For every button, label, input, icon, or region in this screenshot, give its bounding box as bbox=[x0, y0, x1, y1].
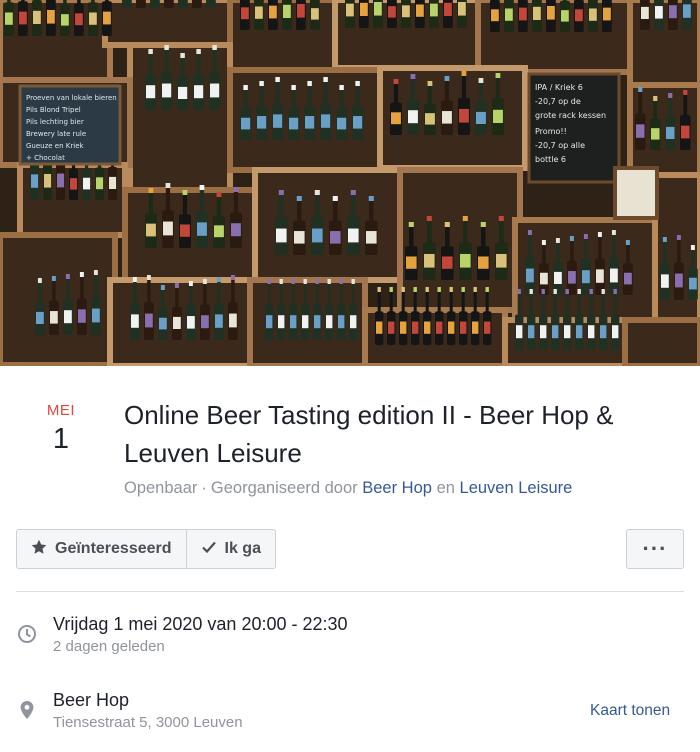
beer-bottle bbox=[178, 0, 188, 8]
chalk-line: Brewery late rule bbox=[26, 130, 86, 138]
divider bbox=[16, 591, 684, 592]
chalkboard-right: IPA / Kriek 6 -20,7 op de grote rack kes… bbox=[527, 72, 621, 184]
location-name[interactable]: Beer Hop bbox=[53, 690, 129, 711]
beer-bottle bbox=[122, 0, 132, 8]
beer-bottle bbox=[345, 0, 355, 28]
beer-bottle bbox=[88, 0, 98, 36]
chalk-line: -20,7 op de bbox=[535, 97, 581, 106]
chalk-line: IPA / Kriek 6 bbox=[535, 83, 583, 92]
beer-bottle bbox=[359, 0, 369, 28]
beer-bottle bbox=[268, 0, 278, 30]
chalk-line: Pils lechting bier bbox=[26, 118, 84, 126]
separator: · bbox=[201, 479, 207, 497]
beer-bottle bbox=[296, 0, 306, 30]
location-address: Tiensestraat 5, 3000 Leuven bbox=[53, 714, 243, 731]
beer-bottle bbox=[254, 0, 264, 30]
event-date-badge: MEI 1 bbox=[40, 402, 82, 456]
beer-bottle bbox=[668, 0, 678, 30]
chalk-line: grote rack kessen bbox=[535, 111, 606, 120]
show-map-link[interactable]: Kaart tonen bbox=[590, 702, 670, 720]
organizer-link-leuven-leisure[interactable]: Leuven Leisure bbox=[460, 479, 573, 497]
beer-bottle bbox=[415, 0, 425, 28]
beer-bottle bbox=[46, 0, 56, 36]
beer-bottle bbox=[240, 0, 250, 30]
cover-photo: Proeven van lokale bieren Pils Blond Tri… bbox=[0, 0, 700, 366]
chalk-line: Gueuze en Kriek bbox=[26, 142, 84, 150]
wooden-crate bbox=[622, 317, 700, 366]
beer-bottle bbox=[282, 0, 292, 30]
beer-bottle bbox=[429, 0, 439, 28]
organizer-link-beer-hop[interactable]: Beer Hop bbox=[362, 479, 432, 497]
privacy-label: Openbaar bbox=[124, 479, 198, 497]
beer-bottle bbox=[32, 0, 42, 36]
beer-bottle bbox=[387, 0, 397, 28]
star-icon bbox=[31, 539, 47, 560]
event-datetime[interactable]: Vrijdag 1 mei 2020 van 20:00 - 22:30 bbox=[53, 614, 348, 635]
chalk-line: Pils Blond Tripel bbox=[26, 106, 81, 114]
clock-icon bbox=[17, 624, 37, 649]
wooden-crate bbox=[475, 0, 641, 75]
beer-bottle bbox=[532, 0, 542, 32]
beer-bottle bbox=[192, 0, 202, 8]
interested-button[interactable]: Geïnteresseerd bbox=[17, 530, 186, 568]
beer-bottle bbox=[102, 0, 112, 36]
beer-bottle bbox=[164, 0, 174, 8]
chalk-line: Promo!! bbox=[535, 127, 567, 136]
beer-bottle bbox=[60, 0, 70, 37]
beer-bottle bbox=[443, 0, 453, 28]
beer-bottle bbox=[588, 0, 598, 32]
event-month: MEI bbox=[46, 402, 76, 419]
beer-bottle bbox=[401, 0, 411, 28]
beer-bottle bbox=[490, 0, 500, 32]
beer-bottle bbox=[654, 0, 664, 30]
beer-bottle bbox=[136, 0, 146, 8]
beer-bottle bbox=[206, 0, 216, 8]
beer-bottle bbox=[574, 0, 584, 32]
beer-bottle bbox=[602, 0, 612, 32]
event-relative-time: 2 dagen geleden bbox=[53, 638, 165, 655]
cover-illustration: Proeven van lokale bieren Pils Blond Tri… bbox=[0, 0, 700, 366]
event-title: Online Beer Tasting edition II - Beer Ho… bbox=[124, 400, 614, 468]
beer-bottle bbox=[310, 0, 320, 30]
checkmark-icon bbox=[201, 539, 217, 560]
beer-bottle bbox=[518, 0, 528, 32]
rsvp-button-group: Geïnteresseerd Ik ga bbox=[16, 529, 276, 569]
organized-by-label: Georganiseerd door bbox=[210, 479, 358, 497]
chalk-line: -20,7 op alle bbox=[535, 141, 585, 150]
beer-bottle bbox=[640, 0, 650, 30]
more-options-button[interactable]: ··· bbox=[626, 529, 684, 569]
beer-bottle bbox=[546, 0, 556, 32]
map-pin-icon bbox=[19, 700, 35, 725]
chalk-line: bottle 6 bbox=[535, 155, 566, 164]
chalk-line: Proeven van lokale bieren bbox=[26, 94, 117, 102]
beer-bottle bbox=[560, 0, 570, 33]
and-label: en bbox=[436, 479, 455, 497]
beer-bottle bbox=[74, 0, 84, 37]
chalk-line: + Chocolat bbox=[26, 154, 65, 162]
interested-label: Geïnteresseerd bbox=[55, 540, 172, 557]
beer-bottle bbox=[504, 0, 514, 32]
beer-bottle bbox=[373, 0, 383, 28]
chalkboard-left: Proeven van lokale bieren Pils Blond Tri… bbox=[18, 84, 122, 166]
event-day: 1 bbox=[52, 423, 70, 455]
beer-bottle bbox=[18, 0, 28, 36]
framed-picture bbox=[613, 166, 659, 220]
beer-bottle bbox=[4, 0, 14, 36]
beer-bottle bbox=[150, 0, 160, 8]
event-organizers: Openbaar · Georganiseerd door Beer Hop en … bbox=[124, 479, 694, 498]
going-label: Ik ga bbox=[224, 540, 261, 557]
beer-bottle bbox=[457, 0, 467, 28]
beer-bottle bbox=[682, 0, 692, 30]
going-button[interactable]: Ik ga bbox=[185, 530, 275, 568]
